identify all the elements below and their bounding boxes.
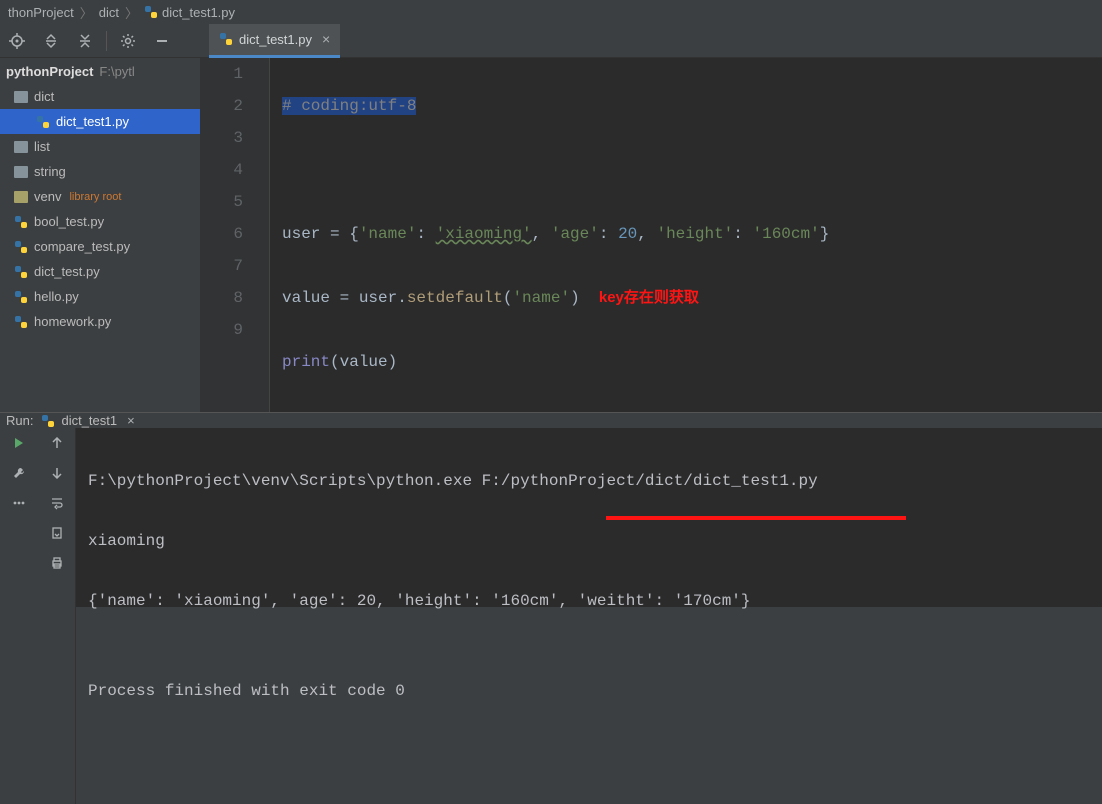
tree-folder-venv[interactable]: venvlibrary root (0, 184, 200, 209)
arrow-down-icon[interactable] (38, 458, 76, 488)
breadcrumb-file[interactable]: dict_test1.py (162, 5, 235, 20)
code-area[interactable]: # coding:utf-8 user = {'name': 'xiaoming… (270, 58, 1102, 412)
tree-folder-dict[interactable]: dict (0, 84, 200, 109)
tree-file-compare-test[interactable]: compare_test.py (0, 234, 200, 259)
arrow-up-icon[interactable] (38, 428, 76, 458)
toolbar: dict_test1.py × (0, 24, 1102, 58)
print-icon[interactable] (38, 548, 76, 578)
tree-file-bool-test[interactable]: bool_test.py (0, 209, 200, 234)
wrench-icon[interactable] (0, 458, 38, 488)
breadcrumb: thonProject 〉 dict 〉 dict_test1.py (0, 0, 1102, 24)
python-file-icon (41, 414, 55, 428)
console-line: F:\pythonProject\venv\Scripts\python.exe… (88, 466, 1090, 496)
project-tree: pythonProject F:\pytl dict dict_test1.py… (0, 58, 200, 412)
scroll-to-end-icon[interactable] (38, 518, 76, 548)
library-root-badge: library root (69, 191, 121, 203)
gear-icon[interactable] (111, 24, 145, 58)
red-underline-annotation (606, 516, 906, 520)
python-file-icon (14, 265, 28, 279)
python-file-icon (219, 32, 233, 46)
python-file-icon (14, 215, 28, 229)
tree-file-homework[interactable]: homework.py (0, 309, 200, 334)
python-file-icon (14, 240, 28, 254)
soft-wrap-icon[interactable] (38, 488, 76, 518)
code-line-4: value = user.setdefault('name') key存在则获取 (282, 282, 1102, 314)
code-line-3: user = {'name': 'xiaoming', 'age': 20, '… (282, 218, 1102, 250)
console-line: {'name': 'xiaoming', 'age': 20, 'height'… (88, 586, 1090, 616)
code-line-1: # coding:utf-8 (282, 97, 416, 115)
console-line: Process finished with exit code 0 (88, 676, 1090, 706)
code-editor[interactable]: 123456789 # coding:utf-8 user = {'name':… (200, 58, 1102, 412)
tree-folder-string[interactable]: string (0, 159, 200, 184)
tree-file-hello[interactable]: hello.py (0, 284, 200, 309)
console-line: xiaoming (88, 526, 1090, 556)
editor-tab[interactable]: dict_test1.py × (209, 24, 340, 58)
close-icon[interactable]: × (322, 31, 330, 47)
project-name: pythonProject (6, 64, 93, 79)
run-toolbar-nav (38, 428, 76, 804)
annotation-key-exists: key存在则获取 (599, 289, 699, 306)
project-path: F:\pytl (99, 64, 134, 79)
breadcrumb-root[interactable]: thonProject (8, 5, 74, 20)
line-gutter: 123456789 (200, 58, 270, 412)
collapse-all-icon[interactable] (68, 24, 102, 58)
chevron-right-icon: 〉 (80, 3, 93, 22)
python-file-icon (14, 290, 28, 304)
python-file-icon (14, 315, 28, 329)
divider (106, 31, 107, 51)
python-file-icon (36, 115, 50, 129)
tree-file-dict-test1[interactable]: dict_test1.py (0, 109, 200, 134)
tab-title: dict_test1.py (239, 32, 312, 47)
dots-icon[interactable] (0, 488, 38, 518)
rerun-icon[interactable] (0, 428, 38, 458)
expand-all-icon[interactable] (34, 24, 68, 58)
run-panel: Run: dict_test1 × F:\pythonProject\venv\… (0, 412, 1102, 607)
tree-folder-list[interactable]: list (0, 134, 200, 159)
folder-icon (14, 91, 28, 103)
code-line-6: user.setdefault('weitht', '170cm') key不存… (282, 410, 1102, 412)
folder-icon (14, 166, 28, 178)
run-label: Run: (6, 413, 33, 428)
project-root[interactable]: pythonProject F:\pytl (0, 58, 200, 84)
target-icon[interactable] (0, 24, 34, 58)
console-output[interactable]: F:\pythonProject\venv\Scripts\python.exe… (76, 428, 1102, 804)
run-tab[interactable]: dict_test1 × (41, 413, 134, 428)
close-icon[interactable]: × (127, 413, 135, 428)
hide-icon[interactable] (145, 24, 179, 58)
run-header: Run: dict_test1 × (0, 413, 1102, 428)
breadcrumb-folder[interactable]: dict (99, 5, 119, 20)
folder-icon (14, 141, 28, 153)
run-toolbar-left (0, 428, 38, 804)
python-file-icon (144, 5, 158, 19)
chevron-right-icon: 〉 (125, 3, 138, 22)
tree-file-dict-test[interactable]: dict_test.py (0, 259, 200, 284)
code-line-5: print(value) (282, 346, 1102, 378)
folder-icon (14, 191, 28, 203)
